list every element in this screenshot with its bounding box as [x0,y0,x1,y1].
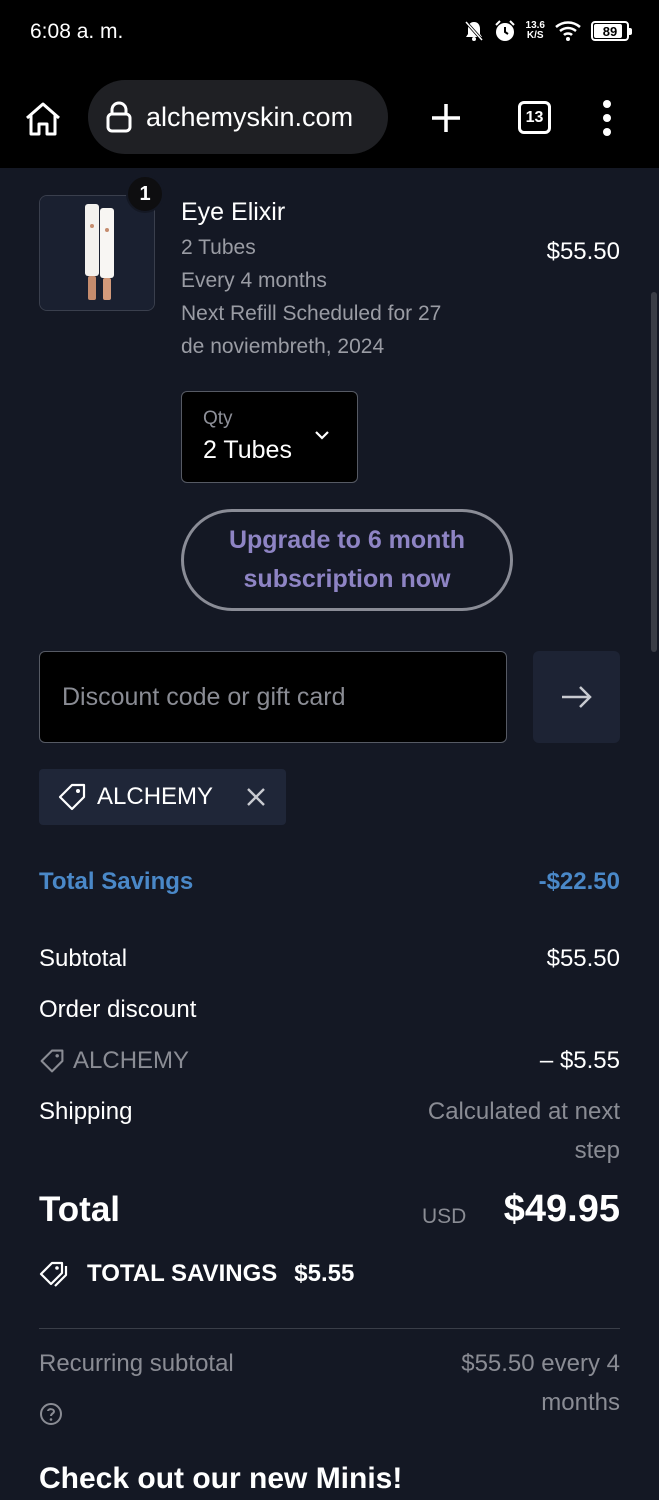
order-discount-label: Order discount [39,996,197,1023]
quantity-select[interactable]: Qty 2 Tubes [181,391,358,483]
tab-count: 13 [525,108,544,126]
tag-icon [40,1049,64,1073]
savings-banner-label: TOTAL SAVINGS [87,1260,278,1287]
quantity-badge: 1 [126,175,164,213]
arrow-right-icon [561,686,592,708]
wifi-icon [555,21,581,41]
product-price: $55.50 [546,238,620,265]
status-bar: 6:08 a. m. 13.6 K/S 89 [0,0,659,68]
recurring-subtotal-label: Recurring subtotal [39,1350,234,1377]
chevron-down-icon [315,431,329,440]
subtotal-label: Subtotal [39,945,128,972]
recurring-subtotal-line1: $55.50 every 4 [461,1350,620,1377]
shipping-label: Shipping [39,1098,133,1125]
product-name: Eye Elixir [181,198,286,226]
applied-code-chip: ALCHEMY [39,769,286,825]
alarm-icon [494,20,515,41]
browser-toolbar: alchemyskin.com 13 [0,68,659,168]
product-thumbnail [39,195,155,311]
upgrade-subscription-button[interactable]: Upgrade to 6 month subscription now [181,509,513,611]
home-icon[interactable] [22,98,64,140]
tag-icon [58,783,86,811]
tab-switcher-button[interactable]: 13 [518,101,551,134]
lock-icon [106,101,132,133]
product-frequency: Every 4 months [181,269,327,292]
discount-code-row: ALCHEMY [39,1047,189,1075]
total-currency: USD [422,1205,467,1228]
total-value: $49.95 [503,1188,620,1230]
status-icons: 13.6 K/S 89 [464,20,632,42]
refill-date-line1: Next Refill Scheduled for 27 [181,302,442,325]
battery-indicator: 89 [591,21,632,41]
apply-discount-button[interactable] [533,651,620,743]
eye-elixir-image [40,196,154,310]
net-speed-unit: K/S [526,30,544,41]
page-scrollbar[interactable] [651,292,657,652]
discount-code-name: ALCHEMY [73,1047,190,1074]
status-time: 6:08 a. m. [30,20,124,43]
subtotal-value: $55.50 [546,945,620,972]
total-savings-value: -$22.50 [538,868,620,895]
qty-value: 2 Tubes [203,436,292,464]
total-label: Total [39,1190,121,1229]
tags-icon [39,1261,68,1287]
remove-code-icon[interactable] [244,785,268,809]
qty-label: Qty [203,408,233,429]
help-icon[interactable] [39,1402,63,1426]
more-menu-icon[interactable] [596,98,618,138]
total-savings-label: Total Savings [39,868,194,895]
applied-code-label: ALCHEMY [97,783,214,810]
savings-banner-value: $5.55 [294,1260,355,1287]
minis-heading: Check out our new Minis! [39,1462,403,1495]
product-variant: 2 Tubes [181,236,256,259]
address-bar[interactable]: alchemyskin.com [88,80,388,154]
divider [39,1328,620,1329]
shipping-value-line1: Calculated at next [427,1098,620,1125]
url-text: alchemyskin.com [146,101,354,132]
recurring-subtotal-line2: months [541,1389,620,1416]
bell-muted-icon [464,21,483,41]
new-tab-icon[interactable] [428,100,464,136]
discount-code-input[interactable] [39,651,507,743]
savings-banner: TOTAL SAVINGS $5.55 [39,1260,354,1288]
refill-date-line2: de noviembreth, 2024 [181,335,385,358]
battery-level: 89 [602,23,618,39]
discount-amount: – $5.55 [539,1047,620,1074]
net-speed: 13.6 K/S [526,21,545,41]
shipping-value-line2: step [574,1137,620,1164]
